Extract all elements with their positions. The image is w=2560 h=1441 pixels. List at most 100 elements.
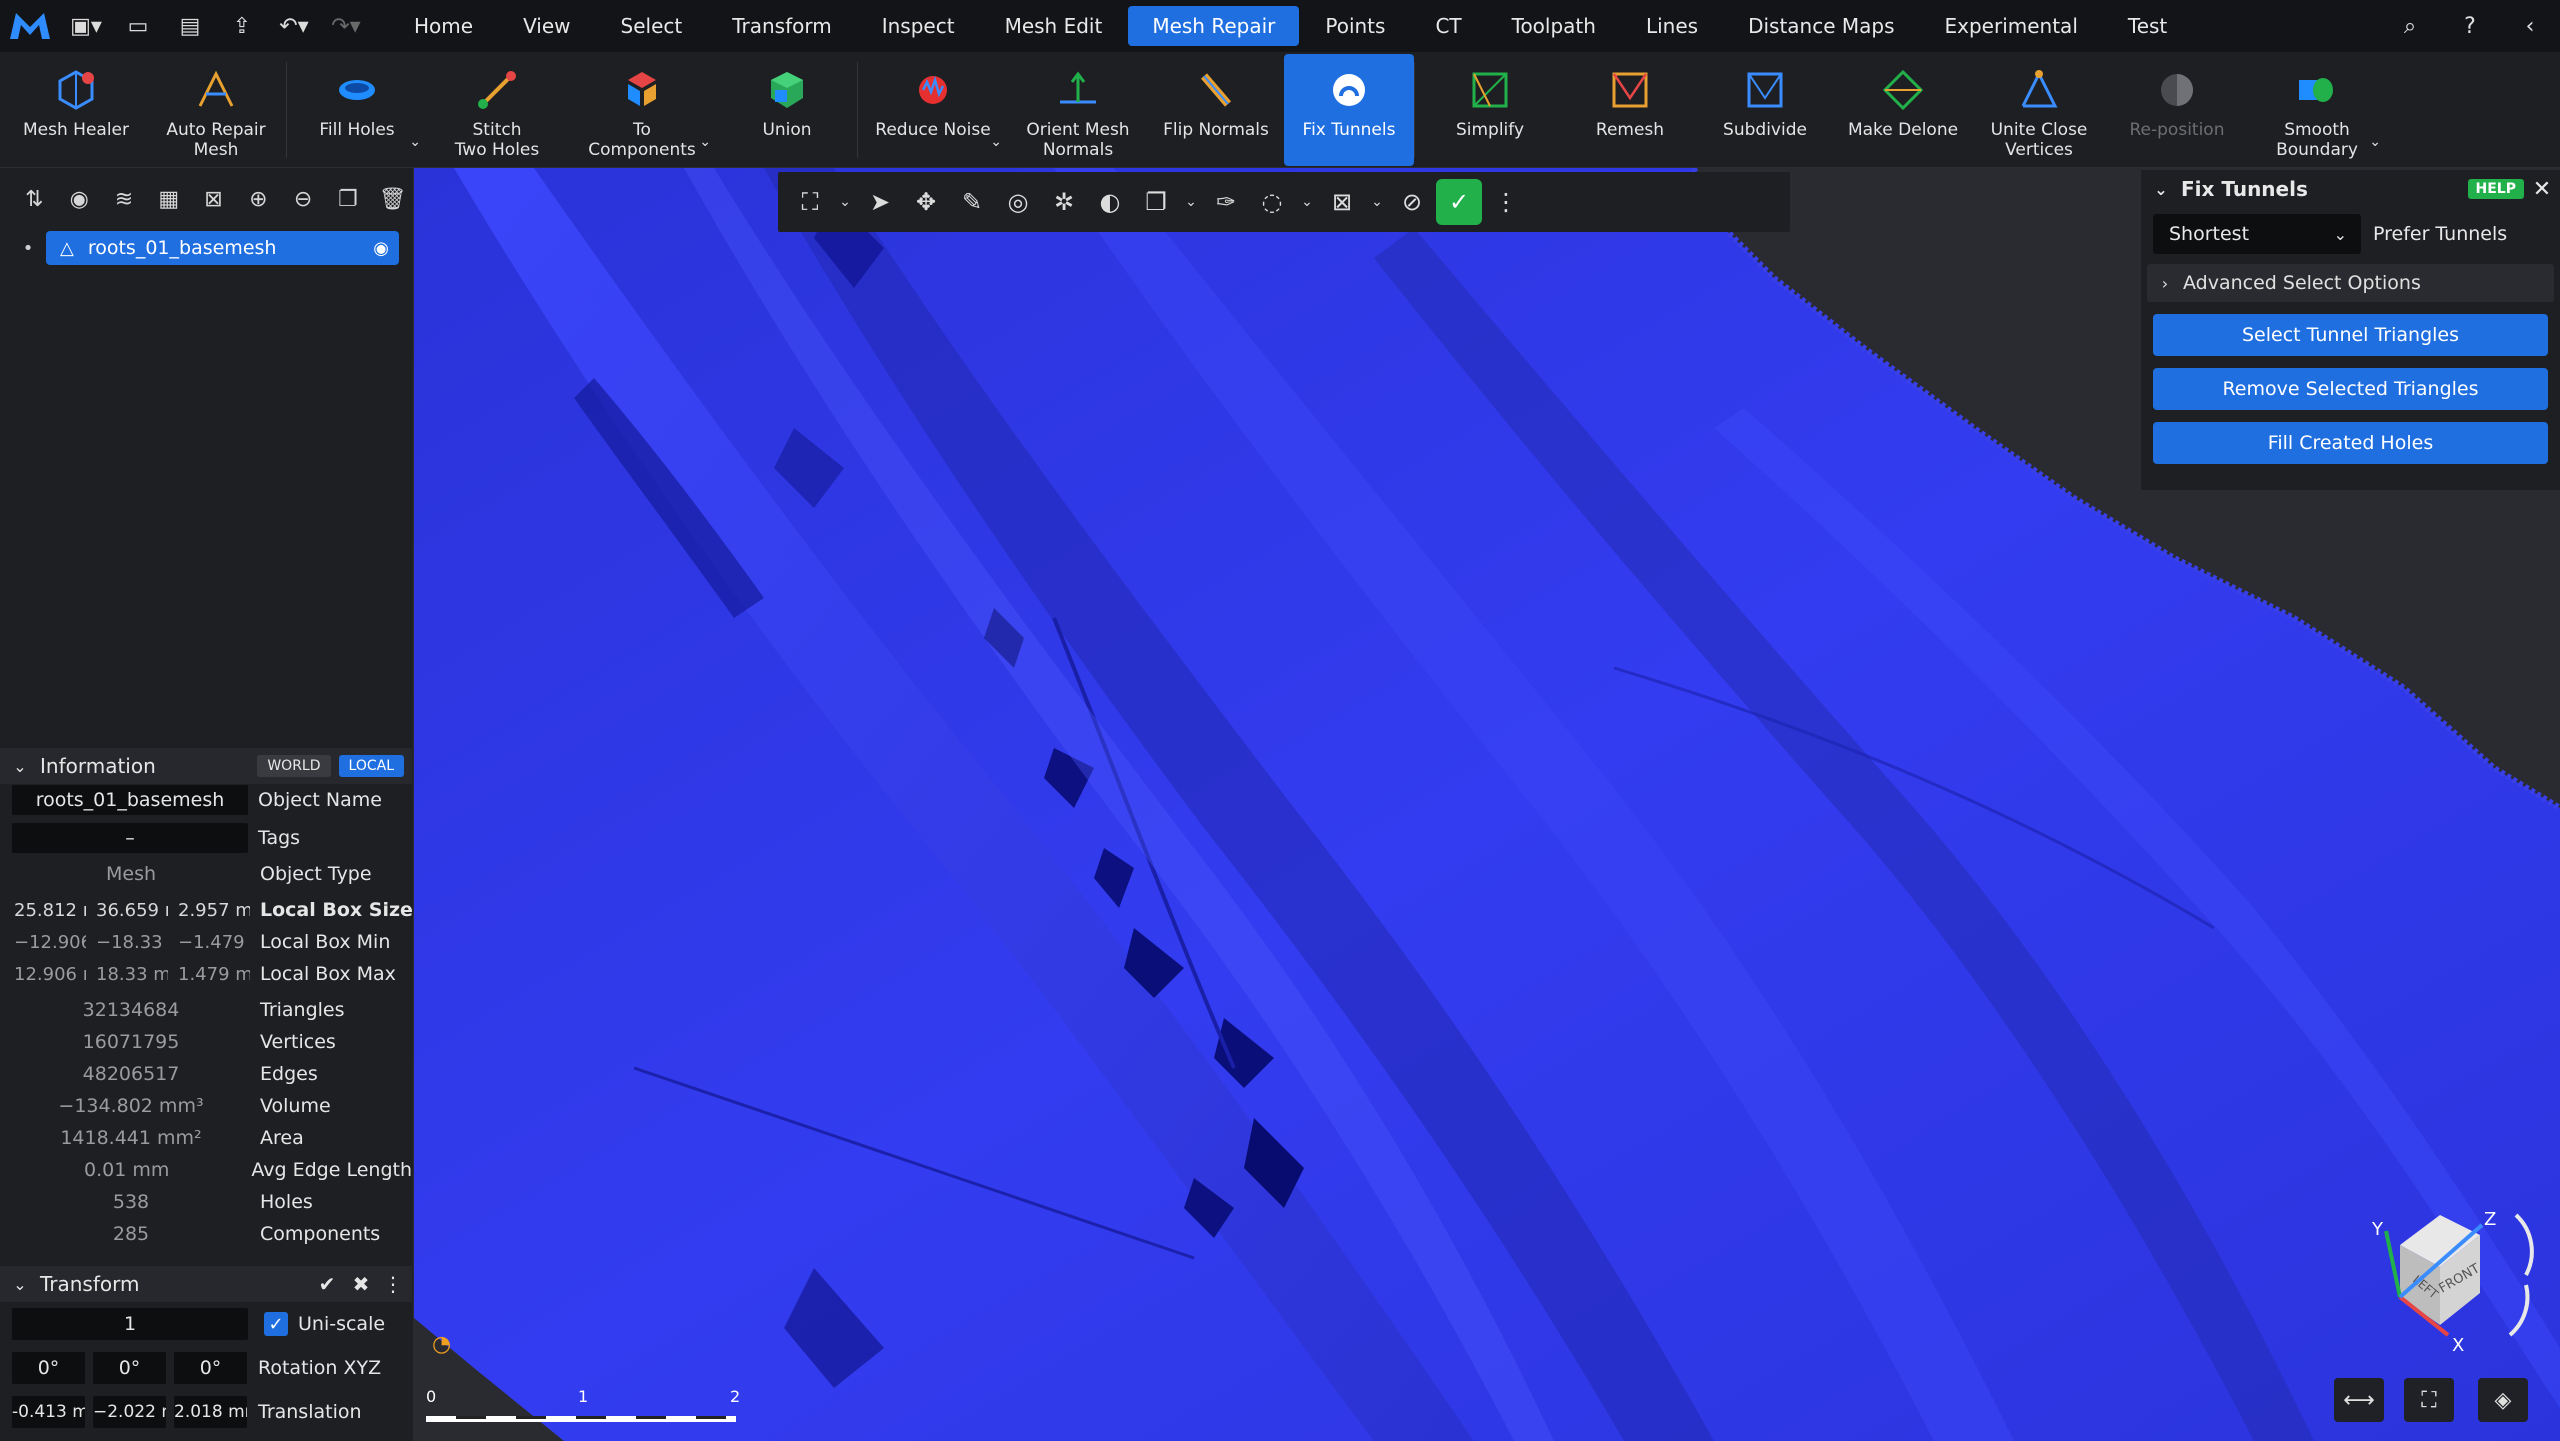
fix-tunnels-button[interactable]: Fix Tunnels — [1284, 54, 1414, 166]
tab-test[interactable]: Test — [2104, 6, 2191, 46]
tab-home[interactable]: Home — [390, 6, 497, 46]
rotation-z-input[interactable]: 0° — [174, 1352, 247, 1384]
show-icon[interactable]: ◉ — [59, 179, 100, 219]
box-select-icon[interactable]: ⊠ — [1320, 180, 1364, 224]
confirm-check-icon[interactable]: ✓ — [1436, 179, 1482, 225]
view-cube-icon[interactable]: ◈ — [2478, 1378, 2528, 1422]
local-toggle[interactable]: LOCAL — [338, 755, 404, 777]
translation-z-input[interactable]: 2.018 mı — [174, 1396, 247, 1428]
export-icon[interactable]: ⇪ — [216, 0, 268, 52]
tab-lines[interactable]: Lines — [1622, 6, 1722, 46]
help-badge[interactable]: HELP — [2467, 179, 2524, 199]
fit-view-icon[interactable]: ⛶ — [2404, 1378, 2454, 1422]
information-header[interactable]: ⌄ Information WORLD LOCAL — [0, 748, 412, 784]
more-options-icon[interactable]: ⋮ — [1484, 180, 1528, 224]
uniscale-checkbox[interactable]: ✓ — [264, 1312, 288, 1336]
navigation-cube[interactable]: LEFT FRONT X Y Z — [2330, 1175, 2540, 1355]
remove-selected-triangles-button[interactable]: Remove Selected Triangles — [2153, 368, 2548, 410]
tab-view[interactable]: View — [499, 6, 594, 46]
save-icon[interactable]: ▤ — [164, 0, 216, 52]
new-file-icon[interactable]: ▣▾ — [60, 0, 112, 52]
move-down-icon[interactable]: ⊖ — [283, 179, 324, 219]
pointer-icon[interactable]: ➤ — [858, 180, 902, 224]
union-button[interactable]: Union — [717, 54, 857, 166]
frame-select-icon[interactable]: ⛶ — [788, 180, 832, 224]
reset-x-icon[interactable]: ✖ — [344, 1272, 378, 1296]
chevron-down-icon[interactable]: ⌄ — [1180, 180, 1202, 224]
tab-select[interactable]: Select — [597, 6, 707, 46]
scale-input[interactable]: 1 — [12, 1308, 248, 1340]
tab-mesh-edit[interactable]: Mesh Edit — [981, 6, 1127, 46]
tags-field[interactable]: – — [12, 823, 248, 853]
chevron-down-icon[interactable]: ⌄ — [1296, 180, 1318, 224]
smooth-boundary-button[interactable]: Smooth Boundary ⌄ — [2247, 54, 2387, 166]
tab-distance-maps[interactable]: Distance Maps — [1724, 6, 1918, 46]
help-icon[interactable]: ? — [2440, 14, 2500, 39]
visibility-eye-icon[interactable]: ◉ — [373, 238, 389, 259]
paint-icon[interactable]: ◐ — [1088, 180, 1132, 224]
select-tunnel-triangles-button[interactable]: Select Tunnel Triangles — [2153, 314, 2548, 356]
move-up-icon[interactable]: ⊕ — [238, 179, 279, 219]
tree-item[interactable]: • △ roots_01_basemesh ◉ — [10, 230, 403, 266]
open-folder-icon[interactable]: ▭ — [112, 0, 164, 52]
tab-ct[interactable]: CT — [1411, 6, 1485, 46]
app-logo-icon[interactable] — [0, 0, 60, 52]
subdivide-button[interactable]: Subdivide — [1695, 54, 1835, 166]
unite-close-vertices-button[interactable]: Unite Close Vertices — [1971, 54, 2107, 166]
invert-selection-icon[interactable]: ⊘ — [1390, 180, 1434, 224]
delete-icon[interactable]: 🗑 — [372, 179, 413, 219]
tab-inspect[interactable]: Inspect — [858, 6, 979, 46]
chevron-down-icon[interactable]: ⌄ — [1366, 180, 1388, 224]
chevron-down-icon[interactable]: ⌄ — [834, 180, 856, 224]
mesh-healer-button[interactable]: Mesh Healer — [6, 54, 146, 166]
tab-transform[interactable]: Transform — [708, 6, 855, 46]
advanced-select-options[interactable]: › Advanced Select Options — [2147, 264, 2554, 302]
tab-mesh-repair[interactable]: Mesh Repair — [1128, 6, 1300, 46]
tab-experimental[interactable]: Experimental — [1921, 6, 2102, 46]
fill-created-holes-button[interactable]: Fill Created Holes — [2153, 422, 2548, 464]
tab-points[interactable]: Points — [1301, 6, 1409, 46]
select-all-icon[interactable]: ▦ — [148, 179, 189, 219]
rotation-y-input[interactable]: 0° — [93, 1352, 166, 1384]
lasso-icon[interactable]: ◌ — [1250, 180, 1294, 224]
make-delone-button[interactable]: Make Delone — [1835, 54, 1971, 166]
translation-x-input[interactable]: -0.413 m — [12, 1396, 85, 1428]
rotate-icon[interactable]: ◎ — [996, 180, 1040, 224]
tree-item-selected[interactable]: △ roots_01_basemesh ◉ — [46, 231, 399, 265]
flip-normals-button[interactable]: Flip Normals — [1148, 54, 1284, 166]
translation-y-input[interactable]: −2.022 m — [93, 1396, 166, 1428]
collapse-icon[interactable]: ‹ — [2500, 14, 2560, 39]
more-options-icon[interactable]: ⋮ — [378, 1272, 408, 1296]
redo-icon[interactable]: ↷▾ — [320, 0, 372, 52]
search-icon[interactable]: ⌕ — [2380, 14, 2440, 39]
world-toggle[interactable]: WORLD — [257, 755, 331, 777]
edit-icon[interactable]: ✎ — [950, 180, 994, 224]
tab-toolpath[interactable]: Toolpath — [1488, 6, 1620, 46]
stitch-two-holes-button[interactable]: Stitch Two Holes — [427, 54, 567, 166]
measure-icon[interactable]: ⟷ — [2334, 1378, 2384, 1422]
timer-icon[interactable]: ◔ — [432, 1332, 451, 1357]
auto-repair-mesh-button[interactable]: Auto Repair Mesh — [146, 54, 286, 166]
rotation-x-input[interactable]: 0° — [12, 1352, 85, 1384]
close-icon[interactable]: ✕ — [2524, 177, 2560, 202]
fix-tunnels-header[interactable]: ⌄ Fix Tunnels HELP ✕ — [2141, 170, 2560, 208]
duplicate-icon[interactable]: ❐ — [327, 179, 368, 219]
copy-icon[interactable]: ❐ — [1134, 180, 1178, 224]
transform-header[interactable]: ⌄ Transform ✔ ✖ ⋮ — [0, 1266, 412, 1302]
apply-check-icon[interactable]: ✔ — [310, 1272, 344, 1296]
object-name-field[interactable]: roots_01_basemesh — [12, 785, 248, 815]
simplify-button[interactable]: Simplify — [1415, 54, 1565, 166]
sort-icon[interactable]: ⇅ — [14, 179, 55, 219]
to-components-button[interactable]: To Components ⌄ — [567, 54, 717, 166]
move-icon[interactable]: ✥ — [904, 180, 948, 224]
reposition-button[interactable]: Re-position — [2107, 54, 2247, 166]
undo-icon[interactable]: ↶▾ — [268, 0, 320, 52]
fill-holes-button[interactable]: Fill Holes ⌄ — [287, 54, 427, 166]
mode-select[interactable]: Shortest ⌄ — [2153, 214, 2361, 254]
deselect-icon[interactable]: ⊠ — [193, 179, 234, 219]
brush-icon[interactable]: ✑ — [1204, 180, 1248, 224]
hide-icon[interactable]: ≋ — [104, 179, 145, 219]
reduce-noise-button[interactable]: Reduce Noise ⌄ — [858, 54, 1008, 166]
orient-mesh-normals-button[interactable]: Orient Mesh Normals — [1008, 54, 1148, 166]
remesh-button[interactable]: Remesh — [1565, 54, 1695, 166]
